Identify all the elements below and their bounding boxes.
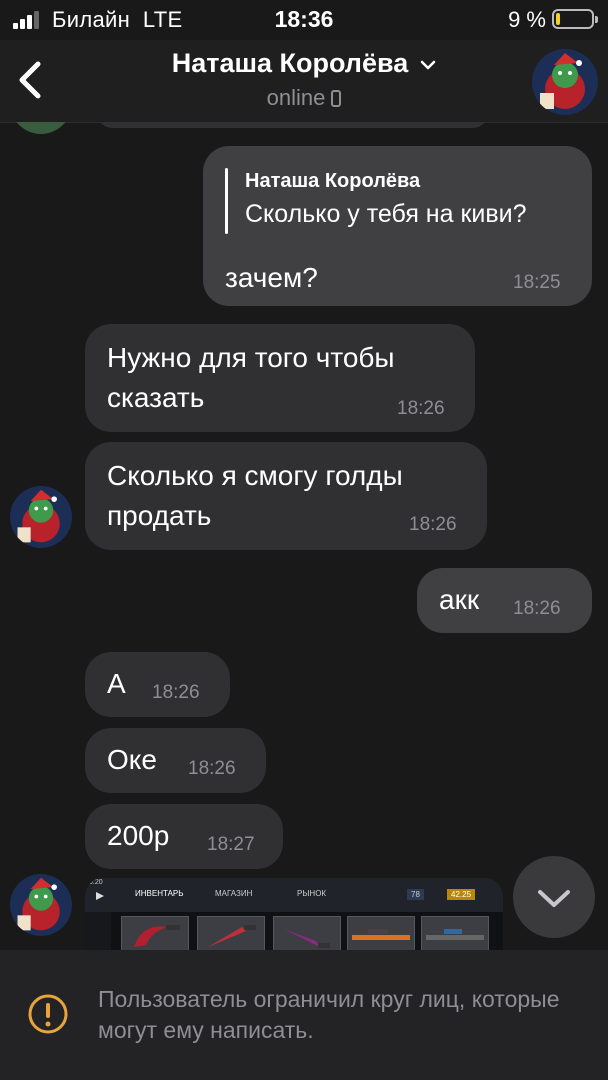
- message-list[interactable]: Наташа Королёва Сколько у тебя на киви? …: [0, 122, 608, 950]
- contact-title[interactable]: Наташа Королёва: [0, 48, 608, 79]
- inventory-slot: [273, 916, 341, 950]
- message-time: 18:27: [207, 834, 255, 855]
- restriction-notice: Пользователь ограничил круг лиц, которые…: [98, 986, 560, 1043]
- attachment-tab: РЫНОК: [297, 889, 327, 898]
- avatar-image: [10, 874, 72, 936]
- rifle-icon: [352, 929, 410, 940]
- message-text: А: [107, 668, 126, 699]
- presence-status: online: [0, 85, 608, 111]
- game-screenshot-topbar: 0:20 ИНВЕНТАРЬ МАГАЗИН РЫНОК 78 42.25: [85, 878, 503, 912]
- message-text-line: Сколько я смогу голды: [107, 460, 403, 491]
- contact-name[interactable]: Наташа Королёва: [172, 48, 409, 78]
- inventory-slot: [197, 916, 265, 950]
- image-attachment[interactable]: 0:20 ИНВЕНТАРЬ МАГАЗИН РЫНОК 78 42.25: [85, 878, 503, 950]
- attachment-sidebar: [85, 912, 111, 950]
- message-time: 18:26: [188, 758, 236, 779]
- restricted-messaging-banner: Пользователь ограничил круг лиц, которые…: [0, 950, 608, 1080]
- message-bubble-incoming[interactable]: А 18:26: [85, 652, 230, 717]
- message-text: Оке: [107, 744, 157, 775]
- inventory-slot: [121, 916, 189, 950]
- sender-avatar-partial: [10, 122, 72, 134]
- message-text: акк: [439, 584, 480, 615]
- avatar-image: [10, 486, 72, 548]
- message-bubble-incoming[interactable]: 200р 18:27: [85, 804, 283, 869]
- chevron-down-icon[interactable]: [420, 60, 436, 70]
- knife-icon: [134, 925, 180, 947]
- phone-icon: [331, 90, 342, 107]
- rifle-icon: [426, 929, 484, 940]
- reply-text: Сколько у тебя на киви?: [245, 200, 527, 228]
- reply-quote-bar: [225, 168, 228, 234]
- message-text: зачем?: [225, 262, 318, 293]
- message-bubble-incoming[interactable]: Нужно для того чтобы сказать 18:26: [85, 324, 475, 432]
- message-time: 18:26: [397, 398, 445, 419]
- message-text-line: сказать: [107, 382, 205, 413]
- presence-label: online: [266, 85, 326, 110]
- message-text-line: Нужно для того чтобы: [107, 342, 395, 373]
- attachment-balance: 42.25: [447, 889, 476, 900]
- attachment-status-time: 0:20: [89, 879, 103, 886]
- message-text: 200р: [107, 820, 170, 851]
- message-time: 18:26: [152, 682, 200, 703]
- sender-avatar[interactable]: [10, 486, 72, 548]
- battery-icon: [552, 9, 598, 29]
- avatar-image: [532, 49, 598, 115]
- inventory-slot: [421, 916, 489, 950]
- inventory-slot: [347, 916, 415, 950]
- attachment-balance: 78: [407, 889, 424, 900]
- sender-avatar[interactable]: [10, 874, 72, 936]
- message-text-line: продать: [107, 500, 212, 531]
- knife-icon: [284, 929, 330, 948]
- message-bubble-incoming[interactable]: Сколько я смогу голды продать 18:26: [85, 442, 487, 550]
- message-bubble-outgoing[interactable]: Наташа Королёва Сколько у тебя на киви? …: [203, 146, 592, 306]
- chevron-down-icon: [538, 890, 570, 907]
- knife-icon: [208, 925, 256, 947]
- scroll-down-button[interactable]: [513, 856, 595, 938]
- message-time: 18:26: [513, 598, 561, 619]
- play-icon: [96, 892, 104, 900]
- attachment-tab: ИНВЕНТАРЬ: [135, 889, 184, 898]
- message-time: 18:26: [409, 514, 457, 535]
- status-bar: Билайн LTE 18:36 9 %: [0, 0, 608, 40]
- battery-percent: 9 %: [508, 7, 546, 32]
- contact-avatar[interactable]: [532, 49, 598, 115]
- reply-author: Наташа Королёва: [245, 170, 421, 192]
- attachment-tab: МАГАЗИН: [215, 889, 253, 898]
- exclamation-circle-icon: [28, 994, 68, 1034]
- message-time: 18:25: [513, 272, 561, 293]
- chat-header: Наташа Королёва online: [0, 40, 608, 123]
- message-bubble-partial: [95, 122, 490, 128]
- message-bubble-incoming[interactable]: Оке 18:26: [85, 728, 266, 793]
- message-bubble-outgoing[interactable]: акк 18:26: [417, 568, 592, 633]
